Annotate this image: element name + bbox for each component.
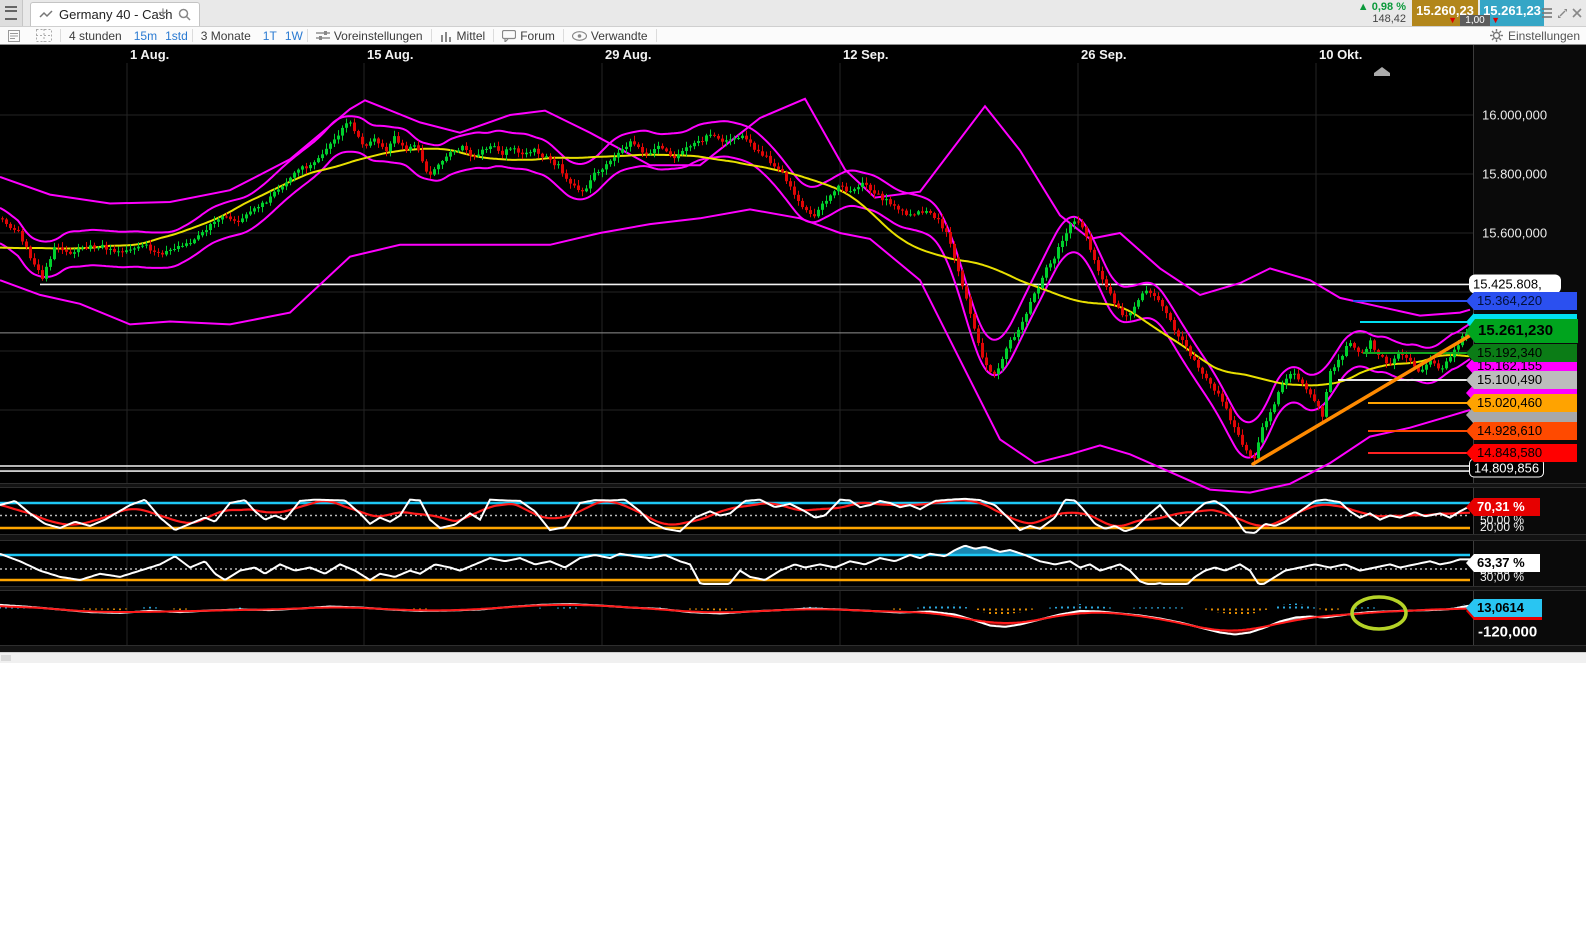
main-menu-button[interactable] bbox=[0, 0, 23, 26]
change-absolute: 148,42 bbox=[1372, 13, 1406, 25]
tab-title: Germany 40 - Cash bbox=[59, 7, 173, 22]
chart-toolbar: 4 stunden 15m 1std 3 Monate 1T 1W Vorein… bbox=[0, 27, 1586, 45]
bars-icon bbox=[440, 30, 453, 42]
range-1w-link[interactable]: 1W bbox=[281, 27, 307, 44]
search-icon[interactable] bbox=[178, 8, 191, 21]
range-1t-link[interactable]: 1T bbox=[259, 27, 281, 44]
new-tab-button[interactable]: + bbox=[158, 3, 168, 23]
layout-grid-button[interactable] bbox=[28, 27, 60, 44]
horizontal-scrollbar[interactable] bbox=[0, 652, 1586, 663]
timeframe-button[interactable]: 4 stunden bbox=[61, 27, 130, 44]
trading-app: Germany 40 - Cash + ▲ 0,98 % 148,42 15.2… bbox=[0, 0, 1586, 938]
chart-tab[interactable]: Germany 40 - Cash bbox=[30, 2, 201, 26]
eye-icon bbox=[571, 30, 587, 41]
news-list-button[interactable] bbox=[0, 27, 28, 44]
expand-icon[interactable] bbox=[1557, 8, 1568, 19]
gear-icon bbox=[1489, 29, 1503, 42]
buy-down-triangle-icon: ▼ bbox=[1491, 15, 1500, 25]
settings-button[interactable]: Einstellungen bbox=[1489, 27, 1580, 44]
change-block: ▲ 0,98 % 148,42 bbox=[1358, 1, 1406, 25]
timeframe-15m-link[interactable]: 15m bbox=[130, 27, 161, 44]
chart-region[interactable]: 1 Aug. 15 Aug. 29 Aug. 12 Sep. 26 Sep. 10 Okt… bbox=[0, 45, 1586, 652]
sliders-icon bbox=[315, 30, 330, 41]
forum-button[interactable]: Forum bbox=[494, 27, 563, 44]
hamburger-icon bbox=[5, 6, 17, 20]
up-triangle-icon: ▲ bbox=[1357, 1, 1369, 13]
mittel-button[interactable]: Mittel bbox=[432, 27, 494, 44]
panel-menu-icon[interactable] bbox=[1542, 7, 1552, 19]
verwandte-button[interactable]: Verwandte bbox=[564, 27, 656, 44]
change-percent: 0,98 % bbox=[1371, 1, 1406, 13]
chart-canvas[interactable] bbox=[0, 45, 1586, 652]
speech-bubble-icon bbox=[502, 29, 517, 42]
sell-down-triangle-icon: ▼ bbox=[1448, 15, 1457, 25]
line-chart-icon bbox=[39, 9, 53, 20]
close-icon[interactable] bbox=[1572, 8, 1582, 18]
scrollbar-handle[interactable] bbox=[1, 655, 11, 661]
timeframe-1std-link[interactable]: 1std bbox=[161, 27, 192, 44]
range-button[interactable]: 3 Monate bbox=[193, 27, 259, 44]
presets-button[interactable]: Voreinstellungen bbox=[308, 27, 431, 44]
tab-bar: Germany 40 - Cash + ▲ 0,98 % 148,42 15.2… bbox=[0, 0, 1586, 27]
spread-badge: 1,00 bbox=[1460, 15, 1490, 26]
